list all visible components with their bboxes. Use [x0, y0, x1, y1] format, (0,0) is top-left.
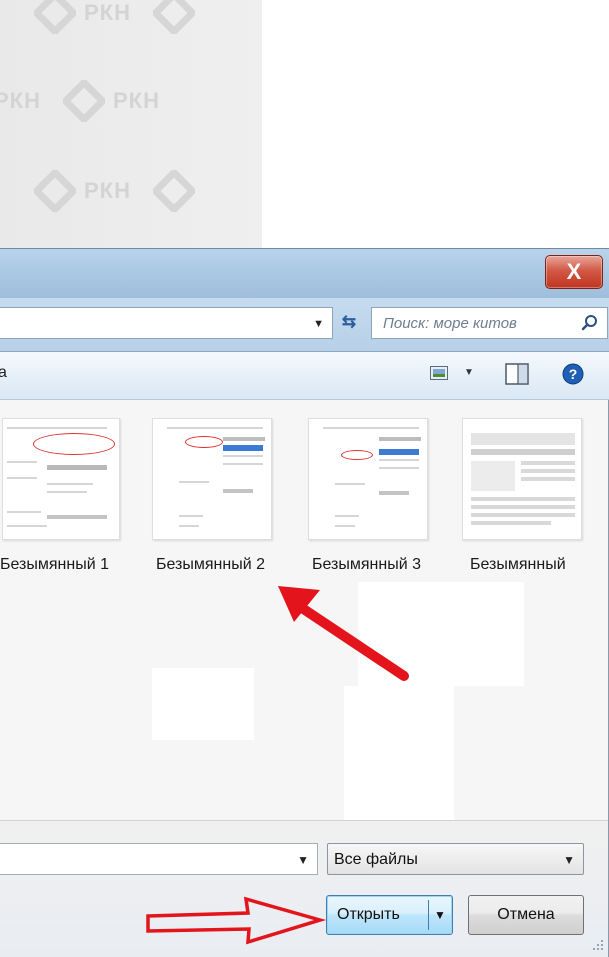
watermark-item: [153, 170, 195, 212]
filetype-select[interactable]: Все файлы ▼: [327, 843, 584, 875]
search-icon[interactable]: [581, 314, 599, 332]
close-button[interactable]: X: [545, 255, 603, 289]
watermark-text: РКН: [113, 88, 160, 113]
file-list-area[interactable]: Безымянный 1 Безымянный 2 Безымянный 3 Б…: [0, 400, 608, 820]
close-icon: X: [566, 259, 582, 284]
file-name-label[interactable]: Безымянный: [470, 556, 566, 574]
search-placeholder: Поиск: море китов: [383, 315, 517, 332]
dialog-footer: ▼ Все файлы ▼ Открыть ▼ Отмена: [0, 820, 608, 957]
blank-patch: [358, 582, 524, 686]
split-divider: [428, 900, 429, 930]
open-button-label: Открыть: [337, 906, 400, 923]
rkn-logo-icon: [34, 0, 76, 34]
watermark-text: РКН: [84, 0, 131, 25]
file-name-label[interactable]: Безымянный 3: [312, 556, 421, 574]
chevron-down-icon[interactable]: ▼: [313, 318, 324, 330]
watermark-item: РКН: [34, 170, 131, 212]
filetype-selected: Все файлы: [334, 851, 418, 868]
watermark-row: РКН: [34, 0, 195, 34]
resize-grip-icon[interactable]: [592, 939, 604, 951]
watermark-item: [153, 0, 195, 34]
rkn-logo-icon: [34, 170, 76, 212]
rkn-logo-icon: [153, 170, 195, 212]
refresh-button[interactable]: ⇆: [336, 312, 362, 334]
command-toolbar: а ▼ ?: [0, 352, 609, 400]
file-thumbnail[interactable]: [462, 418, 582, 540]
address-bar: ▼ ⇆ Поиск: море китов: [0, 298, 609, 352]
preview-pane-icon[interactable]: [505, 363, 529, 385]
toolbar-truncated-label[interactable]: а: [0, 364, 7, 382]
open-file-dialog: X ▼ ⇆ Поиск: море китов а ▼ ? Безымянный…: [0, 248, 609, 957]
watermark-item: РКН: [63, 80, 160, 122]
address-field[interactable]: ▼: [0, 307, 333, 339]
watermark-row: РКН РКН: [0, 80, 160, 122]
watermark-text: РКН: [84, 178, 131, 203]
filename-input[interactable]: ▼: [0, 843, 318, 875]
help-icon[interactable]: ?: [562, 363, 584, 385]
view-options-icon[interactable]: [430, 366, 448, 380]
view-dropdown-icon[interactable]: ▼: [464, 367, 474, 378]
file-name-label[interactable]: Безымянный 1: [0, 556, 109, 574]
rkn-logo-icon: [63, 80, 105, 122]
chevron-down-icon[interactable]: ▼: [297, 853, 309, 867]
blank-patch: [152, 668, 254, 740]
file-name-label[interactable]: Безымянный 2: [156, 556, 265, 574]
open-button[interactable]: Открыть ▼: [326, 895, 453, 935]
chevron-down-icon: ▼: [563, 853, 575, 867]
cancel-button[interactable]: Отмена: [468, 895, 584, 935]
open-options-arrow-icon[interactable]: ▼: [434, 908, 446, 922]
rkn-logo-icon: [153, 0, 195, 34]
watermark-item: РКН: [34, 0, 131, 34]
file-thumbnail[interactable]: [308, 418, 428, 540]
watermark-area: РКН РКН РКН РКН: [0, 0, 262, 250]
svg-text:?: ?: [569, 366, 578, 382]
watermark-item: РКН: [0, 88, 41, 114]
watermark-text: РКН: [0, 88, 41, 113]
watermark-row: РКН: [34, 170, 195, 212]
cancel-button-label: Отмена: [497, 906, 555, 923]
file-thumbnail[interactable]: [152, 418, 272, 540]
search-input[interactable]: Поиск: море китов: [371, 307, 608, 339]
blank-patch: [344, 686, 454, 820]
refresh-icon: ⇆: [341, 312, 357, 331]
dialog-titlebar[interactable]: X: [0, 248, 609, 298]
file-thumbnail[interactable]: [2, 418, 120, 540]
